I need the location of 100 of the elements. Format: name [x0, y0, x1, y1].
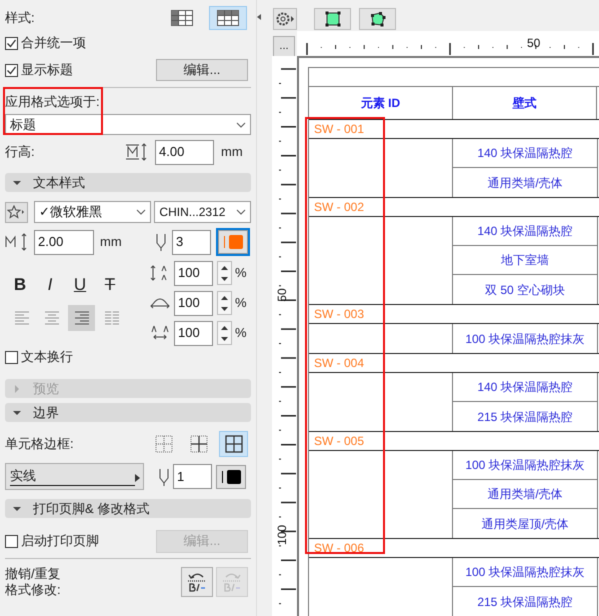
- ruler-options-button[interactable]: ...: [273, 36, 295, 56]
- table-grid-icon: [217, 10, 239, 26]
- element-id: SW - 003: [314, 306, 364, 323]
- number-field[interactable]: 4.00: [155, 140, 214, 164]
- spin-up-icon: [221, 296, 228, 300]
- text-style-button[interactable]: T: [95, 272, 125, 298]
- checkbox-label: 显示标题: [21, 61, 73, 80]
- chevron-down-icon: [136, 209, 146, 215]
- element-id: SW - 001: [314, 121, 364, 138]
- section-title: 打印页脚& 修改格式: [33, 500, 150, 518]
- number-field[interactable]: 1: [173, 464, 212, 489]
- align-icon: [72, 309, 90, 327]
- chevron-down-icon: [236, 122, 246, 128]
- spin-up-icon: [221, 266, 228, 270]
- settings-button[interactable]: [273, 8, 297, 30]
- toolbar-button[interactable]: [359, 8, 396, 30]
- spin-down-icon: [221, 336, 228, 340]
- caret-right-icon: [135, 474, 140, 482]
- unit-label: mm: [100, 233, 123, 252]
- align-icon: [12, 309, 30, 327]
- border-grid-icon: [190, 435, 208, 453]
- apply-format-label: 应用格式选项于:: [5, 93, 100, 112]
- line-type-button[interactable]: 实线: [5, 463, 144, 490]
- table-cell-text: 通用类墙/壳体: [486, 174, 564, 192]
- collapse-arrow-icon: [257, 14, 261, 20]
- table-cell-text: 通用类屋顶/壳体: [480, 516, 570, 532]
- ruler-label: 50: [527, 35, 540, 52]
- text-size-icon: [5, 232, 29, 252]
- align-button[interactable]: [68, 305, 95, 331]
- ruler-label: 50: [274, 287, 290, 304]
- table-cell-text: 100 块保温隔热腔抹灰: [464, 330, 586, 348]
- spacing-icon: [150, 324, 170, 342]
- pen-color-button[interactable]: [218, 230, 248, 254]
- undo-label: 格式修改:: [5, 582, 61, 598]
- table-cell: 地下室墙: [453, 246, 597, 275]
- toolbar-button[interactable]: [314, 8, 351, 30]
- align-icon: [42, 309, 60, 327]
- checkbox[interactable]: [5, 64, 18, 76]
- table-cell-text: 双 50 空心砌块: [484, 282, 566, 298]
- table-cell-text: 215 块保温隔热腔: [476, 408, 574, 426]
- align-icon: [102, 309, 120, 327]
- undo-label: 撤销/重复: [5, 566, 61, 582]
- undo-button[interactable]: [181, 566, 213, 596]
- number-field[interactable]: 100: [174, 260, 213, 286]
- row-height-label: 行高:: [5, 143, 36, 162]
- section-header[interactable]: 边界: [5, 403, 251, 422]
- column-header: 壁式: [453, 87, 597, 119]
- table-cell: 140 块保温隔热腔: [453, 373, 597, 402]
- checkbox[interactable]: [5, 350, 18, 364]
- spin-down-icon: [221, 276, 228, 280]
- pen-icon: [155, 233, 167, 251]
- favorites-button[interactable]: [5, 202, 28, 222]
- spin-down-icon: [221, 306, 228, 310]
- pen-icon: [158, 468, 170, 486]
- table-cell: 140 块保温隔热腔: [453, 139, 597, 168]
- section-title: 文本样式: [33, 174, 85, 192]
- checkbox-label: 合并统一项: [21, 34, 86, 52]
- section-title: 边界: [33, 404, 59, 422]
- encoding-dropdown[interactable]: CHIN...2312: [154, 201, 251, 223]
- table-cell: 100 块保温隔热腔抹灰: [453, 451, 597, 480]
- number-field[interactable]: 100: [174, 320, 213, 346]
- text-style-button[interactable]: U: [65, 272, 95, 298]
- apply-format-dropdown[interactable]: 标题: [5, 114, 251, 135]
- checkbox[interactable]: [5, 534, 18, 548]
- checkbox[interactable]: [5, 36, 18, 50]
- number-field[interactable]: 100: [174, 290, 213, 316]
- number-field[interactable]: 3: [172, 230, 211, 254]
- star-icon: [7, 205, 26, 219]
- edit-button[interactable]: 编辑...: [156, 59, 248, 81]
- column-header: 元素 ID: [309, 87, 453, 119]
- number-field[interactable]: 2.00: [34, 230, 94, 254]
- row-height-icon: [125, 142, 149, 162]
- font-dropdown[interactable]: ✓微软雅黑: [34, 201, 152, 223]
- element-id: SW - 004: [314, 355, 364, 372]
- section-header[interactable]: 文本样式: [5, 173, 251, 192]
- spinner-buttons[interactable]: [217, 261, 232, 285]
- border-option-button[interactable]: [219, 431, 248, 457]
- percent-label: %: [235, 264, 247, 282]
- text-style-button[interactable]: I: [35, 272, 65, 298]
- ruler-label: 100: [274, 524, 290, 547]
- section-title: 预览: [33, 380, 59, 398]
- checkbox-label: 启动打印页脚: [21, 532, 99, 550]
- line-type-label: 实线: [10, 468, 36, 482]
- element-id: SW - 002: [314, 199, 364, 216]
- section-header[interactable]: 打印页脚& 修改格式: [5, 499, 251, 518]
- spin-up-icon: [221, 326, 228, 330]
- spinner-buttons[interactable]: [217, 291, 232, 315]
- text-style-button[interactable]: B: [5, 272, 35, 298]
- table-grid-icon: [171, 10, 193, 26]
- settings-icon: [275, 11, 295, 27]
- font-name: ✓微软雅黑: [38, 203, 102, 222]
- table-style-button[interactable]: [209, 6, 247, 30]
- checkbox-label: 文本换行: [21, 348, 73, 366]
- table-cell: 140 块保温隔热腔: [453, 217, 597, 246]
- spinner-buttons[interactable]: [217, 321, 232, 345]
- pen-color-button[interactable]: [216, 464, 246, 488]
- border-grid-icon: [224, 435, 242, 453]
- table-cell-text: 215 块保温隔热腔: [476, 594, 574, 610]
- chevron-down-icon: [236, 209, 246, 215]
- style-label: 样式:: [5, 9, 35, 28]
